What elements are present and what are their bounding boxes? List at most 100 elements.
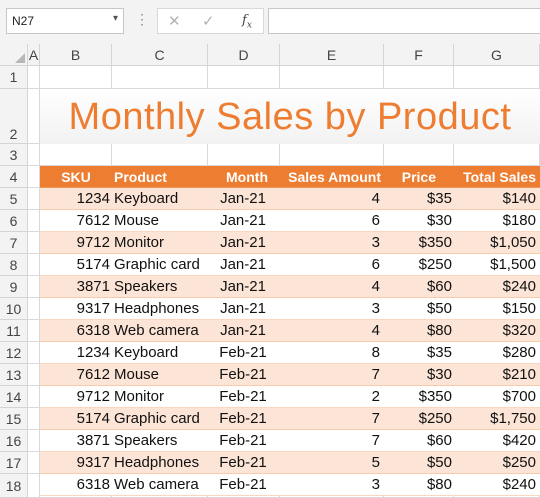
column-header-a[interactable]: A [28, 44, 40, 66]
cell-total-sales[interactable]: $420 [454, 430, 536, 452]
cell-product[interactable]: Web camera [114, 320, 208, 342]
cell-month[interactable]: Jan-21 [208, 298, 278, 320]
cell-product[interactable]: Speakers [114, 430, 208, 452]
cell-sales-amount[interactable]: 4 [280, 320, 380, 342]
cell-product[interactable]: Headphones [114, 298, 208, 320]
row-header-1[interactable]: 1 [0, 66, 28, 89]
row-header-12[interactable]: 12 [0, 342, 28, 364]
cell-month[interactable]: Feb-21 [208, 430, 278, 452]
column-header-d[interactable]: D [208, 44, 280, 66]
row-header-10[interactable]: 10 [0, 298, 28, 320]
cell-price[interactable]: $60 [384, 430, 452, 452]
cell-total-sales[interactable]: $280 [454, 342, 536, 364]
row-header-9[interactable]: 9 [0, 276, 28, 298]
row-header-14[interactable]: 14 [0, 386, 28, 408]
row-header-17[interactable]: 17 [0, 452, 28, 474]
cell-sku[interactable]: 3871 [40, 276, 110, 298]
column-header-g[interactable]: G [454, 44, 540, 66]
cell-price[interactable]: $35 [384, 188, 452, 210]
row-header-3[interactable]: 3 [0, 144, 28, 166]
cell-sku[interactable]: 1234 [40, 188, 110, 210]
cell-sku[interactable]: 9712 [40, 232, 110, 254]
cell-total-sales[interactable]: $150 [454, 298, 536, 320]
cell-total-sales[interactable]: $320 [454, 320, 536, 342]
cell-month[interactable]: Feb-21 [208, 364, 278, 386]
row-header-15[interactable]: 15 [0, 408, 28, 430]
cell-price[interactable]: $50 [384, 452, 452, 474]
cell-sku[interactable]: 7612 [40, 210, 110, 232]
cell-sales-amount[interactable]: 3 [280, 474, 380, 496]
column-header-f[interactable]: F [384, 44, 454, 66]
row-header-5[interactable]: 5 [0, 188, 28, 210]
cell-total-sales[interactable]: $1,500 [454, 254, 536, 276]
cell-price[interactable]: $35 [384, 342, 452, 364]
cell-sku[interactable]: 1234 [40, 342, 110, 364]
row-header-16[interactable]: 16 [0, 430, 28, 452]
cell-sku[interactable]: 6318 [40, 320, 110, 342]
cell-price[interactable]: $80 [384, 320, 452, 342]
cell-total-sales[interactable]: $250 [454, 452, 536, 474]
checkmark-icon[interactable]: ✓ [202, 12, 215, 30]
cell-sales-amount[interactable]: 3 [280, 298, 380, 320]
cell-sales-amount[interactable]: 2 [280, 386, 380, 408]
cell-sales-amount[interactable]: 6 [280, 210, 380, 232]
cell-month[interactable]: Jan-21 [208, 210, 278, 232]
cell-price[interactable]: $30 [384, 210, 452, 232]
cell-price[interactable]: $60 [384, 276, 452, 298]
row-header-4[interactable]: 4 [0, 166, 28, 188]
column-header-e[interactable]: E [280, 44, 384, 66]
cell-price[interactable]: $30 [384, 364, 452, 386]
cell-sku[interactable]: 7612 [40, 364, 110, 386]
cell-total-sales[interactable]: $210 [454, 364, 536, 386]
cell-product[interactable]: Headphones [114, 452, 208, 474]
cell-sales-amount[interactable]: 3 [280, 232, 380, 254]
cell-product[interactable]: Keyboard [114, 342, 208, 364]
cell-sales-amount[interactable]: 7 [280, 430, 380, 452]
column-header-c[interactable]: C [112, 44, 208, 66]
cell-sales-amount[interactable]: 7 [280, 364, 380, 386]
cell-total-sales[interactable]: $240 [454, 276, 536, 298]
select-all-corner[interactable] [0, 44, 28, 66]
cell-sku[interactable]: 5174 [40, 254, 110, 276]
cell-sku[interactable]: 6318 [40, 474, 110, 496]
cell-sales-amount[interactable]: 6 [280, 254, 380, 276]
cell-sku[interactable]: 9317 [40, 452, 110, 474]
cell-month[interactable]: Jan-21 [208, 276, 278, 298]
cell-total-sales[interactable]: $700 [454, 386, 536, 408]
cell-product[interactable]: Monitor [114, 232, 208, 254]
cell-sku[interactable]: 3871 [40, 430, 110, 452]
cell-product[interactable]: Monitor [114, 386, 208, 408]
cell-sales-amount[interactable]: 5 [280, 452, 380, 474]
cell-total-sales[interactable]: $240 [454, 474, 536, 496]
cell-price[interactable]: $50 [384, 298, 452, 320]
cell-sku[interactable]: 9712 [40, 386, 110, 408]
cell-price[interactable]: $250 [384, 408, 452, 430]
cell-month[interactable]: Feb-21 [208, 452, 278, 474]
cell-product[interactable]: Graphic card [114, 254, 208, 276]
row-header-2[interactable]: 2 [0, 89, 28, 144]
cell-price[interactable]: $80 [384, 474, 452, 496]
cell-month[interactable]: Feb-21 [208, 474, 278, 496]
cell-sku[interactable]: 9317 [40, 298, 110, 320]
fx-icon[interactable]: fx [242, 13, 252, 31]
cancel-x-icon[interactable]: ✕ [168, 12, 181, 30]
row-header-8[interactable]: 8 [0, 254, 28, 276]
cell-product[interactable]: Speakers [114, 276, 208, 298]
cell-total-sales[interactable]: $1,750 [454, 408, 536, 430]
cell-sales-amount[interactable]: 7 [280, 408, 380, 430]
cell-total-sales[interactable]: $1,050 [454, 232, 536, 254]
column-header-b[interactable]: B [40, 44, 112, 66]
cell-product[interactable]: Mouse [114, 364, 208, 386]
cell-month[interactable]: Jan-21 [208, 232, 278, 254]
cell-month[interactable]: Jan-21 [208, 320, 278, 342]
cell-price[interactable]: $350 [384, 386, 452, 408]
chevron-down-icon[interactable]: ▾ [113, 13, 118, 24]
cell-product[interactable]: Mouse [114, 210, 208, 232]
cell-sales-amount[interactable]: 4 [280, 188, 380, 210]
name-box[interactable]: N27 ▾ [6, 8, 124, 34]
cell-month[interactable]: Feb-21 [208, 386, 278, 408]
cell-month[interactable]: Feb-21 [208, 408, 278, 430]
row-header-11[interactable]: 11 [0, 320, 28, 342]
cell-month[interactable]: Jan-21 [208, 254, 278, 276]
cell-total-sales[interactable]: $140 [454, 188, 536, 210]
